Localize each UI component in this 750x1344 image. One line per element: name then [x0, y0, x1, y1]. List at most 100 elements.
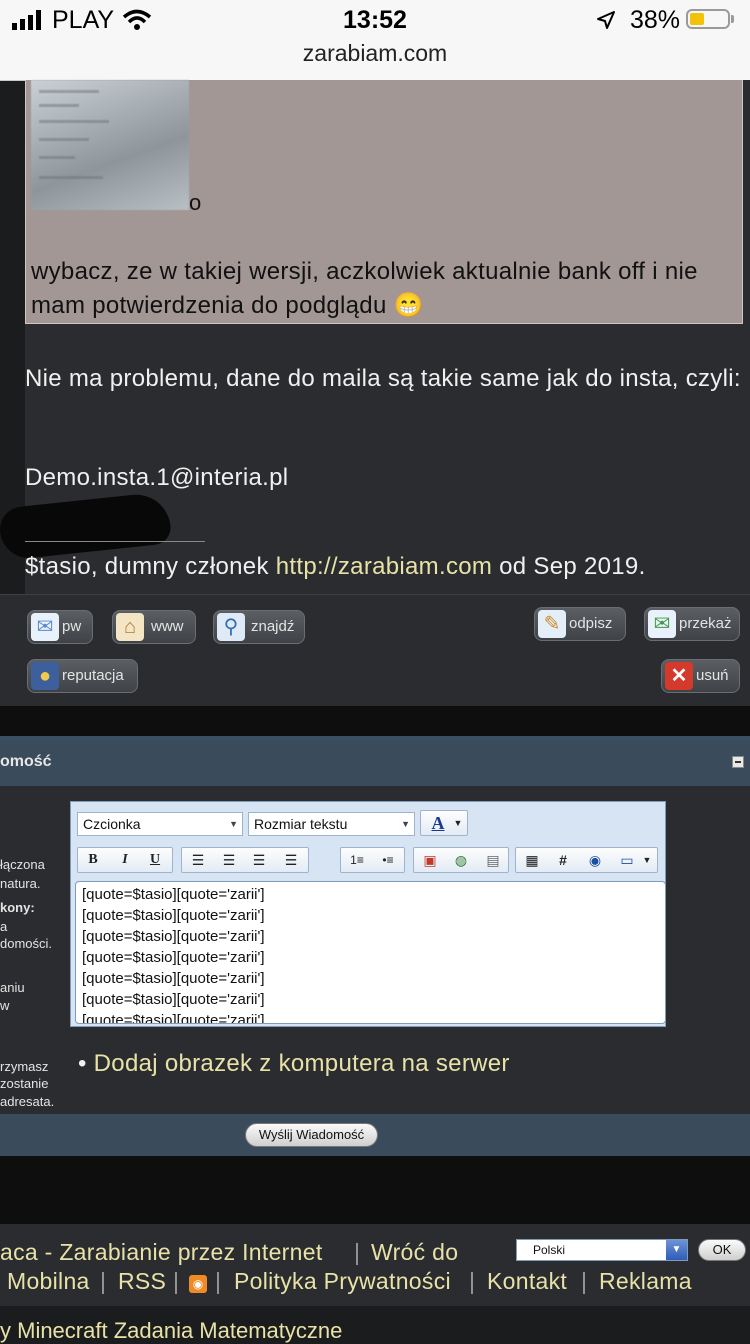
battery-level	[690, 13, 704, 25]
forward-label: przekaż	[679, 615, 732, 632]
underline-icon[interactable]: U	[142, 848, 168, 872]
find-button[interactable]: ⚲ znajdź	[213, 610, 305, 644]
signature: $tasio, dumny członek http://zarabiam.co…	[25, 553, 646, 581]
reply-panel-title: omość	[0, 753, 52, 770]
rss-icon[interactable]: ◉	[189, 1275, 207, 1293]
delete-x-icon: ✕	[665, 662, 693, 690]
find-label: znajdź	[251, 618, 295, 635]
php-icon[interactable]: ◉	[582, 848, 608, 872]
ordered-list-icon[interactable]: 1≡	[344, 848, 370, 872]
align-left-icon[interactable]: ☰	[185, 848, 211, 872]
insert-link-icon[interactable]: ◍	[448, 848, 474, 872]
attached-image-thumbnail[interactable]	[31, 80, 189, 210]
footer-separator: |	[100, 1268, 106, 1294]
italic-icon[interactable]: I	[112, 848, 138, 872]
footer-link-privacy[interactable]: Polityka Prywatności	[234, 1268, 451, 1295]
signature-suffix: od Sep 2019.	[492, 553, 646, 580]
pw-button[interactable]: ✉ pw	[27, 610, 93, 644]
align-group: ☰ ☰ ☰ ☰	[181, 847, 309, 873]
collapse-icon[interactable]	[732, 756, 744, 768]
textarea-line: [quote=$tasio][quote='zarii']	[82, 970, 265, 987]
upload-image-item: • Dodaj obrazek z komputera na serwer	[78, 1050, 510, 1078]
align-right-icon[interactable]: ☰	[246, 848, 272, 872]
reply-button[interactable]: ✎ odpisz	[534, 607, 626, 641]
signature-link[interactable]: http://zarabiam.com	[276, 553, 492, 580]
home-icon: ⌂	[116, 613, 144, 641]
footer-link-ads[interactable]: Reklama	[599, 1268, 692, 1295]
textarea-line: [quote=$tasio][quote='zarii']	[82, 907, 265, 924]
extra-group: ▦ # ◉ ▭ ▼	[515, 847, 658, 873]
bullet-icon: •	[78, 1050, 94, 1077]
reply-label: odpisz	[569, 615, 613, 632]
reputation-button[interactable]: ● reputacja	[27, 659, 138, 693]
insert-email-icon[interactable]: ▤	[480, 848, 506, 872]
bold-icon[interactable]: B	[80, 848, 106, 872]
message-textarea[interactable]: [quote=$tasio][quote='zarii'] [quote=$ta…	[75, 881, 666, 1024]
battery-percent: 38%	[630, 6, 681, 34]
delete-button[interactable]: ✕ usuń	[661, 659, 740, 693]
quote-icon[interactable]: ▦	[519, 848, 545, 872]
bottom-links[interactable]: y Minecraft Zadania Matematyczne	[0, 1318, 342, 1344]
side-note: łączona	[0, 857, 45, 872]
textarea-line: [quote=$tasio][quote='zarii']	[82, 928, 265, 945]
footer-link-rss[interactable]: RSS	[118, 1268, 166, 1295]
forward-mail-icon: ✉	[648, 610, 676, 638]
insert-image-icon[interactable]: ▣	[417, 848, 443, 872]
side-note: domości.	[0, 936, 53, 951]
www-button[interactable]: ⌂ www	[112, 610, 196, 644]
textarea-line: [quote=$tasio][quote='zarii']	[82, 949, 265, 966]
footer-link-wroc[interactable]: Wróć do	[371, 1239, 458, 1266]
compose-icon: ✎	[538, 610, 566, 638]
format-group: B I U	[77, 847, 173, 873]
signature-divider	[25, 541, 205, 542]
text-color-button[interactable]: A ▼	[420, 810, 468, 836]
side-note: rzymasz	[0, 1059, 49, 1074]
address-bar[interactable]: zarabiam.com	[0, 40, 750, 67]
footer-separator: |	[469, 1268, 475, 1294]
send-message-button[interactable]: Wyślij Wiadomość	[245, 1123, 378, 1147]
upload-image-link[interactable]: Dodaj obrazek z komputera na serwer	[94, 1050, 510, 1077]
envelope-icon: ✉	[31, 613, 59, 641]
reputation-label: reputacja	[62, 667, 124, 684]
magnifier-icon: ⚲	[217, 613, 245, 641]
medal-icon: ●	[31, 662, 59, 690]
unordered-list-icon[interactable]: •≡	[375, 848, 401, 872]
forward-button[interactable]: ✉ przekaż	[644, 607, 740, 641]
chevron-down-icon[interactable]: ▼	[634, 848, 660, 872]
size-select-value: Rozmiar tekstu	[254, 816, 348, 832]
align-justify-icon[interactable]: ☰	[278, 848, 304, 872]
section-divider	[0, 706, 750, 738]
signature-prefix: $tasio, dumny członek	[25, 553, 276, 580]
delete-label: usuń	[696, 667, 729, 684]
chevron-down-icon: ▼	[453, 818, 463, 828]
font-select[interactable]: Czcionka ▼	[77, 812, 243, 836]
footer-separator: |	[581, 1268, 587, 1294]
post-message: Nie ma problemu, dane do maila są takie …	[25, 365, 741, 392]
chevron-down-icon[interactable]: ▼	[666, 1240, 687, 1260]
footer-link-zarabianie[interactable]: aca - Zarabianie przez Internet	[0, 1239, 323, 1266]
font-select-value: Czcionka	[83, 816, 141, 832]
side-note: w	[0, 998, 10, 1013]
textarea-line: [quote=$tasio][quote='zarii']	[82, 886, 265, 903]
footer-link-contact[interactable]: Kontakt	[487, 1268, 567, 1295]
footer-separator: |	[215, 1268, 221, 1294]
footer-separator: |	[354, 1239, 360, 1265]
reply-panel-header	[0, 740, 750, 786]
align-center-icon[interactable]: ☰	[216, 848, 242, 872]
footer-link-mobilna[interactable]: Mobilna	[7, 1268, 90, 1295]
post-actions-bar: ✉ pw ⌂ www ⚲ znajdź ✎ odpisz ✉ przekaż ●…	[0, 594, 750, 707]
spacer-band	[0, 1156, 750, 1224]
insert-group: ▣ ◍ ▤	[413, 847, 509, 873]
language-ok-button[interactable]: OK	[698, 1239, 746, 1261]
quote-text: wybacz, ze w takiej wersji, aczkolwiek a…	[31, 258, 698, 319]
post-email: Demo.insta.1@interia.pl	[25, 464, 289, 491]
location-arrow-icon	[597, 11, 615, 29]
side-note: aniu	[0, 980, 25, 995]
code-hash-icon[interactable]: #	[550, 848, 576, 872]
www-label: www	[151, 618, 184, 635]
language-select[interactable]: Polski	[516, 1239, 688, 1261]
quote-fragment: o	[189, 190, 202, 215]
textarea-line: [quote=$tasio][quote='zarii']	[82, 1012, 265, 1024]
size-select[interactable]: Rozmiar tekstu ▼	[248, 812, 415, 836]
side-note: kony:	[0, 900, 35, 915]
